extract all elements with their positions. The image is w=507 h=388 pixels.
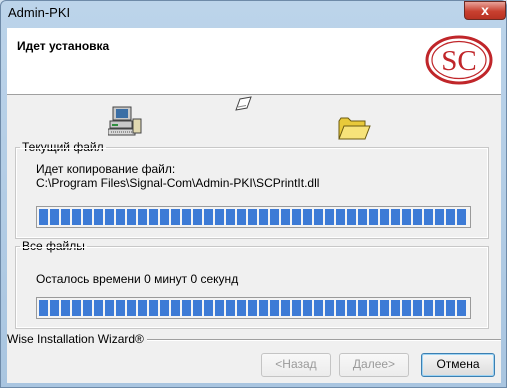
current-file-path: C:\Program Files\Signal-Com\Admin-PKI\SC… bbox=[36, 176, 320, 190]
copying-label: Идет копирование файл: bbox=[36, 162, 176, 176]
close-button[interactable]: x bbox=[464, 1, 506, 20]
time-remaining-label: Осталось времени 0 минут 0 секунд bbox=[36, 272, 239, 286]
title-bar[interactable]: Admin-PKI x bbox=[1, 1, 506, 25]
signal-com-logo: SC bbox=[425, 35, 493, 85]
current-file-group: Текущий файл Идет копирование файл: C:\P… bbox=[15, 140, 489, 239]
all-files-progress-fill bbox=[39, 300, 468, 316]
all-files-legend: Все файлы bbox=[20, 239, 87, 253]
current-file-progress-fill bbox=[39, 209, 468, 225]
paper-sheet-icon bbox=[235, 96, 252, 111]
page-title: Идет установка bbox=[17, 39, 110, 53]
current-file-legend: Текущий файл bbox=[20, 140, 106, 154]
cancel-button[interactable]: Отмена bbox=[421, 353, 495, 377]
computer-icon bbox=[108, 106, 142, 136]
back-button[interactable]: <Назад bbox=[261, 353, 331, 377]
all-files-progress-bar bbox=[36, 297, 471, 319]
wizard-brand-label: Wise Installation Wizard® bbox=[7, 332, 147, 346]
installer-window: Admin-PKI x Идет установка SC Текущий фа… bbox=[0, 0, 507, 388]
logo-text: SC bbox=[441, 45, 476, 77]
next-button[interactable]: Далее> bbox=[339, 353, 409, 377]
dialog-body: Идет установка SC Текущий файл Идет копи… bbox=[7, 28, 501, 383]
window-title: Admin-PKI bbox=[8, 5, 71, 20]
header-panel: Идет установка SC bbox=[7, 28, 501, 95]
all-files-group: Все файлы Осталось времени 0 минут 0 сек… bbox=[15, 239, 489, 329]
folder-icon bbox=[338, 117, 371, 140]
current-file-progress-bar bbox=[36, 206, 471, 228]
